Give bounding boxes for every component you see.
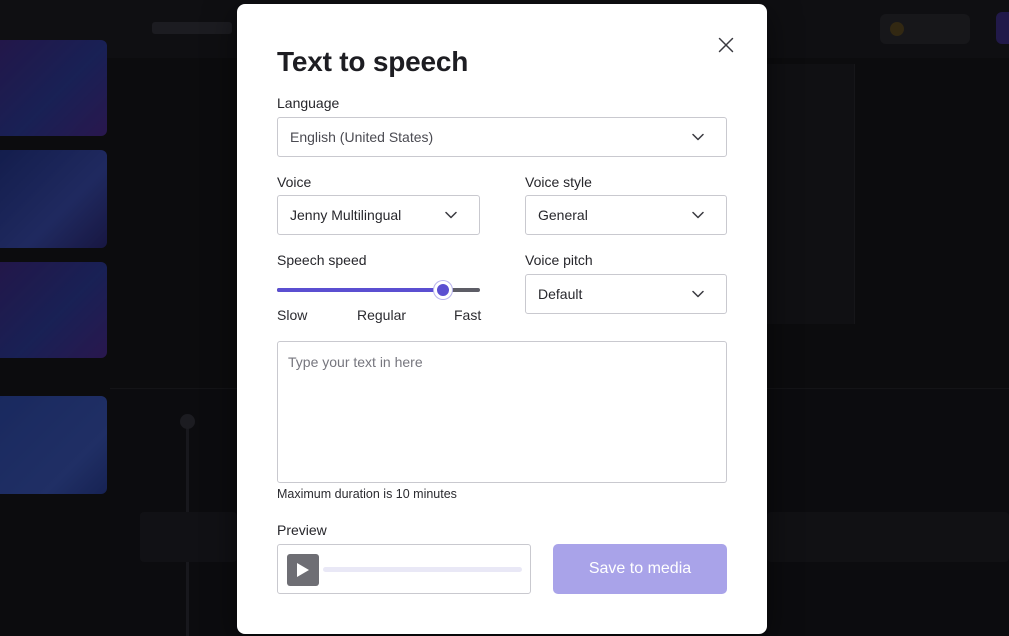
voice-style-dropdown[interactable]: General (525, 195, 727, 235)
play-icon (297, 563, 309, 577)
language-dropdown[interactable]: English (United States) (277, 117, 727, 157)
duration-hint: Maximum duration is 10 minutes (277, 487, 457, 501)
speech-text-input[interactable] (277, 341, 727, 483)
slider-thumb[interactable] (434, 281, 453, 299)
slider-fill (277, 288, 444, 292)
language-label: Language (277, 95, 340, 111)
save-to-media-button[interactable]: Save to media (553, 544, 727, 594)
chevron-down-icon (692, 211, 704, 219)
voice-pitch-value: Default (538, 286, 583, 302)
text-to-speech-dialog: Text to speech Language English (United … (237, 4, 767, 634)
speed-regular-label: Regular (357, 307, 407, 323)
voice-dropdown[interactable]: Jenny Multilingual (277, 195, 480, 235)
preview-progress-bar[interactable] (323, 567, 522, 572)
voice-value: Jenny Multilingual (290, 207, 402, 223)
close-button[interactable] (715, 34, 737, 56)
chevron-down-icon (445, 211, 457, 219)
chevron-down-icon (692, 133, 704, 141)
speech-speed-slider[interactable] (277, 280, 480, 300)
voice-label: Voice (277, 174, 312, 190)
chevron-down-icon (692, 290, 704, 298)
play-button[interactable] (287, 554, 319, 586)
speed-fast-label: Fast (454, 307, 482, 323)
voice-pitch-dropdown[interactable]: Default (525, 274, 727, 314)
voice-style-label: Voice style (525, 174, 592, 190)
voice-pitch-label: Voice pitch (525, 252, 593, 268)
language-value: English (United States) (290, 129, 434, 145)
dialog-title: Text to speech (277, 46, 469, 77)
speed-slow-label: Slow (277, 307, 308, 323)
voice-style-value: General (538, 207, 588, 223)
close-icon (718, 37, 734, 53)
speech-speed-label: Speech speed (277, 252, 367, 268)
preview-label: Preview (277, 522, 327, 538)
preview-player (277, 544, 531, 594)
